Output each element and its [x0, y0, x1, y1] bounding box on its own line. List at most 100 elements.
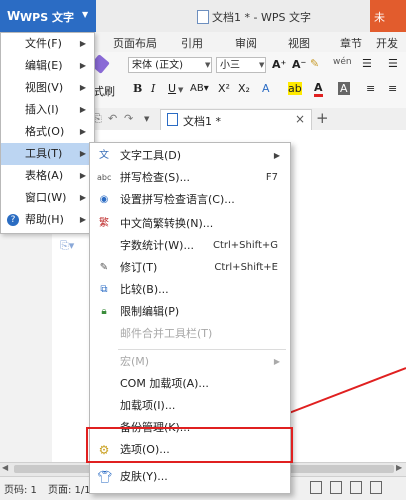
- underline-button[interactable]: U: [168, 82, 176, 95]
- chevron-right-icon: ▶: [79, 193, 86, 202]
- char-shading-icon[interactable]: A: [338, 82, 350, 95]
- menu-item-label: COM 加载项(A)...: [120, 377, 209, 390]
- chevron-down-icon: ▼: [82, 10, 89, 19]
- menu-item-tools[interactable]: 工具(T) ▶: [1, 143, 94, 165]
- chevron-down-icon[interactable]: ▼: [259, 61, 264, 69]
- menu-item-label: 窗口(W): [25, 191, 67, 204]
- login-button-label: 未: [374, 11, 385, 24]
- menu-item-label: 比较(B)...: [120, 283, 169, 296]
- chevron-right-icon: ▶: [79, 215, 86, 224]
- close-icon[interactable]: ×: [295, 112, 305, 126]
- menu-item-table[interactable]: 表格(A) ▶: [1, 165, 94, 187]
- menu-item-chinese-convert[interactable]: 繁 中文简繁转换(N)...: [90, 213, 290, 235]
- align-left-icon[interactable]: ≡: [366, 82, 375, 95]
- menu-item-label: 表格(A): [25, 169, 64, 182]
- menu-item-view[interactable]: 视图(V) ▶: [1, 77, 94, 99]
- menu-item-label: 加载项(I)...: [120, 399, 176, 412]
- chevron-down-icon[interactable]: ▼: [205, 61, 210, 69]
- web-view-icon[interactable]: [350, 481, 362, 494]
- superscript-icon[interactable]: X²: [218, 82, 230, 95]
- menu-item-insert[interactable]: 插入(I) ▶: [1, 99, 94, 121]
- bold-button[interactable]: B: [133, 82, 142, 95]
- app-menu-button[interactable]: W WPS 文字 ▼: [0, 0, 96, 32]
- read-view-icon[interactable]: [370, 481, 382, 494]
- menu-item-word-count[interactable]: 字数统计(W)... Ctrl+Shift+G: [90, 235, 290, 257]
- clear-format-icon[interactable]: ✎: [310, 57, 319, 70]
- undo-icon[interactable]: ↶: [108, 112, 117, 125]
- add-tab-button[interactable]: +: [316, 109, 329, 127]
- menu-item-label: 格式(O): [25, 125, 65, 138]
- grow-font-icon[interactable]: A⁺: [272, 58, 286, 71]
- italic-button[interactable]: I: [151, 82, 155, 95]
- text-tools-icon: 文: [99, 150, 109, 161]
- highlight-icon[interactable]: ab: [288, 82, 302, 95]
- chevron-right-icon: ▶: [79, 61, 86, 70]
- annotation-highlight-box: [86, 427, 293, 463]
- document-tab[interactable]: 文档1 * ×: [160, 109, 312, 130]
- menu-item-label: 工具(T): [25, 147, 63, 160]
- align-center-icon[interactable]: ≡: [388, 82, 397, 95]
- status-pages: 页面: 1/1: [48, 485, 91, 496]
- tab-page-layout[interactable]: 页面布局: [113, 35, 157, 51]
- chevron-right-icon: ▶: [273, 357, 280, 366]
- tab-review[interactable]: 审阅: [235, 35, 257, 51]
- outline-view-icon[interactable]: [330, 481, 342, 494]
- tab-developer[interactable]: 开发: [376, 35, 398, 51]
- menu-item-spell-language[interactable]: ◉ 设置拼写检查语言(C)...: [90, 189, 290, 211]
- shrink-font-icon[interactable]: A⁻: [292, 58, 306, 71]
- strikethrough-icon[interactable]: AB▾: [190, 83, 209, 94]
- login-button[interactable]: 未: [370, 0, 406, 32]
- bullet-list-icon[interactable]: ☰: [362, 57, 372, 70]
- chevron-right-icon: ▶: [79, 105, 86, 114]
- scroll-right-icon[interactable]: ▶: [396, 463, 402, 472]
- menu-item-format[interactable]: 格式(O) ▶: [1, 121, 94, 143]
- tab-references[interactable]: 引用: [181, 35, 203, 51]
- phonetic-guide-icon[interactable]: wén: [333, 57, 352, 67]
- numbered-list-icon[interactable]: ☰: [388, 57, 398, 70]
- chevron-right-icon: ▶: [273, 151, 280, 160]
- chevron-right-icon: ▶: [79, 83, 86, 92]
- menu-item-spell-check[interactable]: abc 拼写检查(S)... F7: [90, 167, 290, 189]
- menu-item-text-tools[interactable]: 文 文字工具(D) ▶: [90, 145, 290, 167]
- chevron-down-icon[interactable]: ▼: [178, 86, 183, 94]
- menu-item-com-addins[interactable]: COM 加载项(A)...: [90, 373, 290, 395]
- menu-item-track-changes[interactable]: ✎ 修订(T) Ctrl+Shift+E: [90, 257, 290, 279]
- chevron-down-icon[interactable]: ▼: [144, 115, 149, 123]
- chevron-right-icon: ▶: [79, 149, 86, 158]
- menu-item-window[interactable]: 窗口(W) ▶: [1, 187, 94, 209]
- tab-view[interactable]: 视图: [288, 35, 310, 51]
- status-page-number: 页码: 1: [4, 485, 37, 496]
- compare-icon: ⧉: [100, 284, 108, 295]
- menu-item-label: 皮肤(Y)...: [120, 470, 168, 483]
- font-name-combo[interactable]: 宋体 (正文): [128, 57, 212, 73]
- shortcut: Ctrl+Shift+E: [214, 262, 278, 273]
- scroll-left-icon[interactable]: ◀: [2, 463, 8, 472]
- chevron-right-icon: ▶: [79, 39, 86, 48]
- menu-item-label: 字数统计(W)...: [120, 239, 194, 252]
- menu-item-label: 编辑(E): [25, 59, 63, 72]
- menu-item-file[interactable]: 文件(F) ▶: [1, 33, 94, 55]
- menu-item-label: 帮助(H): [25, 213, 64, 226]
- wps-logo-icon: W: [7, 9, 21, 23]
- font-color-icon[interactable]: A: [314, 81, 323, 97]
- page-view-icon[interactable]: [310, 481, 322, 494]
- chevron-right-icon: ▶: [79, 127, 86, 136]
- menu-item-label: 修订(T): [120, 261, 158, 274]
- redo-icon[interactable]: ↷: [124, 112, 133, 125]
- menu-item-skin[interactable]: 👕︎ 皮肤(Y)...: [90, 466, 290, 488]
- shortcut: F7: [265, 172, 278, 183]
- menu-item-restrict-edit[interactable]: 🔒︎ 限制编辑(P): [90, 301, 290, 323]
- paste-options-icon[interactable]: ⎘▾: [60, 239, 74, 253]
- menu-item-edit[interactable]: 编辑(E) ▶: [1, 55, 94, 77]
- chinese-convert-icon: 繁: [99, 218, 109, 229]
- text-effect-icon[interactable]: A: [262, 82, 270, 95]
- menu-item-help[interactable]: ? 帮助(H) ▶: [1, 209, 94, 231]
- format-painter-label[interactable]: 式刷: [93, 83, 115, 99]
- tab-section[interactable]: 章节: [340, 35, 362, 51]
- subscript-icon[interactable]: X₂: [238, 82, 250, 95]
- window-title: 文档1 * - WPS 文字: [212, 11, 311, 24]
- menu-item-compare[interactable]: ⧉ 比较(B)...: [90, 279, 290, 301]
- app-name: WPS 文字: [20, 11, 74, 24]
- menu-item-addins[interactable]: 加载项(I)...: [90, 395, 290, 417]
- menu-item-label: 插入(I): [25, 103, 59, 116]
